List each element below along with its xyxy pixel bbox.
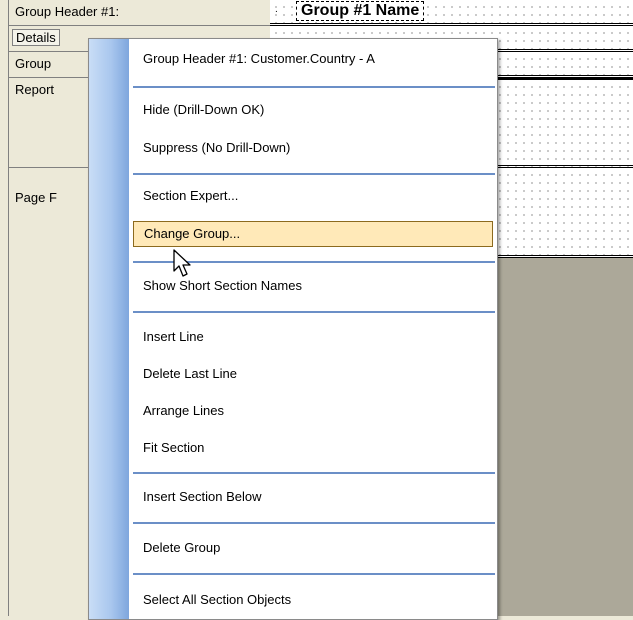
section-label: Page F [15,190,57,205]
menu-separator [133,472,495,474]
menu-item-change-group[interactable]: Change Group... [133,221,493,247]
context-menu[interactable]: Group Header #1: Customer.Country - A Hi… [88,38,498,620]
menu-item-delete-last-line[interactable]: Delete Last Line [133,361,493,387]
section-label: Group [15,56,52,71]
menu-separator [133,311,495,313]
menu-item-hide[interactable]: Hide (Drill-Down OK) [133,97,493,123]
menu-item-section-title[interactable]: Group Header #1: Customer.Country - A [133,46,493,72]
menu-icon-strip [89,39,129,619]
menu-item-insert-section-below[interactable]: Insert Section Below [133,484,493,510]
group-name-field[interactable]: Group #1 Name [296,1,425,21]
mouse-pointer-icon [173,249,191,277]
section-label: Group Header #1: [15,4,120,19]
menu-item-suppress[interactable]: Suppress (No Drill-Down) [133,135,493,161]
menu-separator [133,173,495,175]
menu-item-insert-line[interactable]: Insert Line [133,324,493,350]
section-label: Report [15,82,55,97]
menu-separator [133,573,495,575]
menu-item-select-all-section-objects[interactable]: Select All Section Objects [133,587,493,613]
section-group-header-1[interactable]: Group Header #1: [9,0,271,26]
bullet-mark: . [275,4,278,15]
section-label: Details [12,29,60,46]
band-group-header[interactable]: . Group #1 Name [270,0,633,26]
menu-item-delete-group[interactable]: Delete Group [133,535,493,561]
menu-separator [133,86,495,88]
menu-item-section-expert[interactable]: Section Expert... [133,183,493,209]
menu-item-arrange-lines[interactable]: Arrange Lines [133,398,493,424]
menu-separator [133,522,495,524]
menu-item-fit-section[interactable]: Fit Section [133,435,493,461]
